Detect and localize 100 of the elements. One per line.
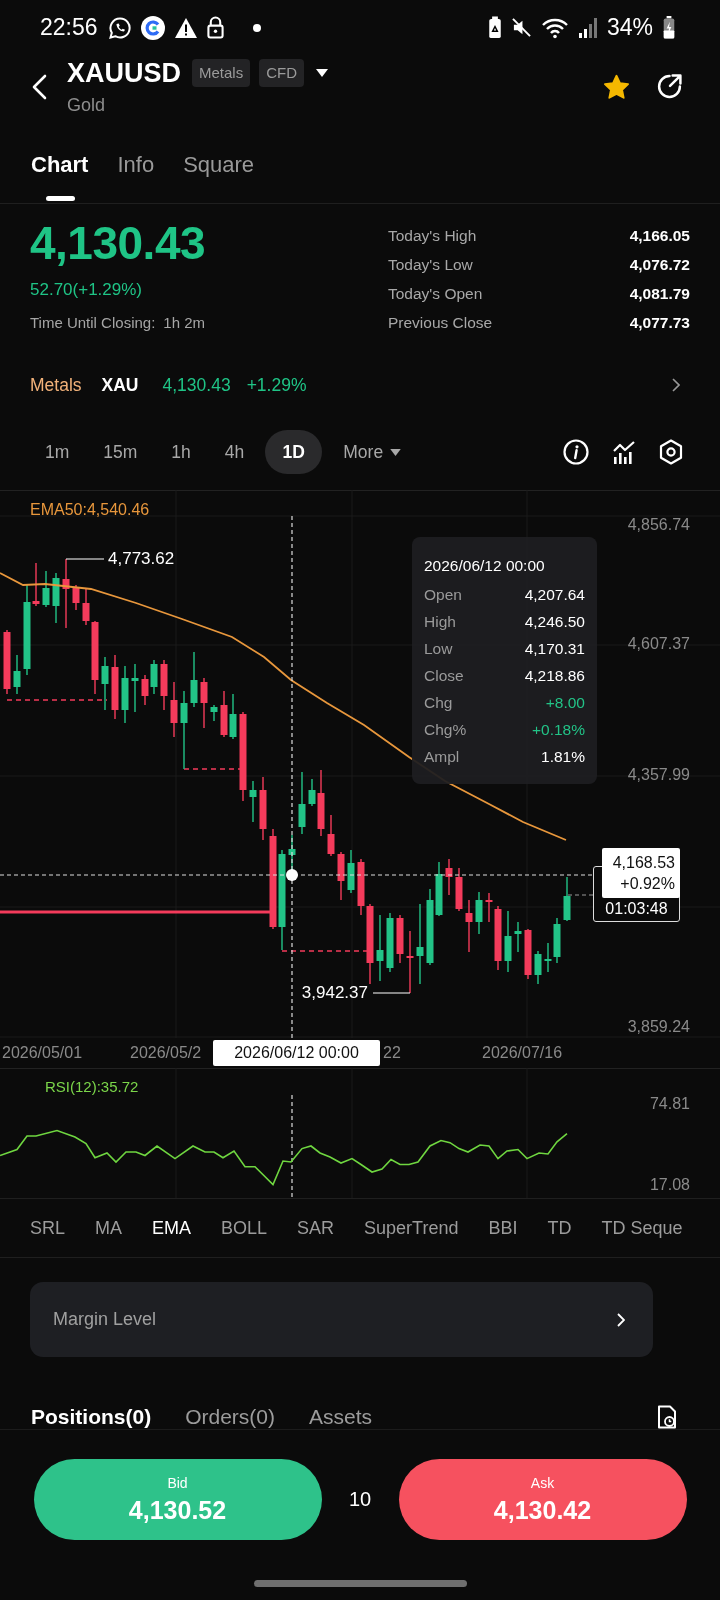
status-time: 22:56 (40, 14, 98, 41)
interval-tab[interactable]: 15m (90, 430, 151, 474)
tooltip-label: High (424, 612, 456, 631)
battery-percent: 34% (606, 14, 653, 41)
candle (111, 654, 119, 720)
tooltip-value: 4,207.64 (524, 585, 585, 604)
closing-time: 1h 2m (163, 314, 205, 332)
indicator-tab[interactable]: TD Seque (601, 1217, 683, 1239)
candle (3, 629, 11, 695)
candle (131, 663, 139, 713)
tag: Metals (192, 59, 251, 87)
tooltip-value: 4,218.86 (524, 666, 585, 685)
indicator-tab[interactable]: BOLL (221, 1217, 268, 1239)
share-icon[interactable] (656, 73, 683, 100)
symbol-title: XAUUSD (67, 57, 181, 89)
candle (465, 899, 473, 953)
info-icon[interactable] (563, 439, 589, 465)
candle (514, 921, 522, 953)
candle (534, 950, 542, 985)
document-clock-icon[interactable] (657, 1405, 677, 1429)
low-price-label: 3,942.37 (301, 982, 368, 1004)
indicator-tab[interactable]: MA (95, 1217, 122, 1239)
related-price: 4,130.43 (162, 374, 231, 396)
indicator-tab[interactable]: SAR (297, 1217, 335, 1239)
stat-label: Previous Close (388, 313, 493, 332)
star-icon[interactable] (603, 73, 630, 100)
high-price-label: 4,773.62 (108, 548, 175, 570)
indicator-tab[interactable]: EMA (152, 1217, 192, 1239)
price-axis-label: 4,607.37 (627, 634, 690, 654)
interval-tab[interactable]: 4h (211, 430, 258, 474)
related-change: +1.29% (246, 374, 307, 396)
warning-icon (173, 16, 198, 39)
app-icon (140, 15, 165, 40)
rsi-axis-label: 74.81 (649, 1094, 690, 1114)
tooltip-value: 4,170.31 (524, 639, 585, 658)
candle (406, 930, 414, 994)
tag: CFD (259, 59, 305, 87)
stat-label: Today's Low (388, 255, 473, 274)
indicator-tab[interactable]: SuperTrend (364, 1217, 459, 1239)
date-axis-label: 22 (383, 1043, 401, 1063)
indicator-tab[interactable]: TD (547, 1217, 572, 1239)
interval-tab[interactable]: 1m (32, 430, 83, 474)
tab[interactable]: Info (117, 130, 155, 203)
crosshair-dot-icon (286, 869, 298, 881)
tooltip-label: Chg% (424, 720, 467, 739)
tab[interactable]: Square (183, 130, 255, 203)
date-axis-label: 2026/05/01 (2, 1043, 83, 1063)
leader-line (65, 558, 105, 560)
leader-line (372, 992, 411, 994)
stat-value: 4,077.73 (629, 313, 690, 332)
position-tab[interactable]: Assets (309, 1405, 373, 1429)
tooltip-value: +0.18% (532, 720, 585, 739)
stat-value: 4,081.79 (629, 284, 690, 303)
caret-icon[interactable] (316, 69, 329, 77)
related-category: Metals (30, 374, 82, 396)
dashed-line (567, 894, 595, 896)
chevron-icon[interactable] (672, 378, 680, 392)
spread-value: 10 (347, 1488, 373, 1511)
indicator-tab[interactable]: SRL (30, 1217, 65, 1239)
candle (563, 876, 571, 922)
candle (200, 677, 208, 729)
tooltip-value: +8.00 (545, 693, 585, 712)
price-change: 52.70(+1.29%) (30, 280, 143, 300)
margin-level-card[interactable]: Margin Level (30, 1282, 653, 1357)
settings-icon[interactable] (659, 439, 683, 465)
candle (396, 914, 404, 964)
indicator-icon[interactable] (612, 440, 636, 464)
candle (13, 654, 21, 695)
tooltip-label: Low (424, 639, 453, 658)
candle (524, 928, 532, 980)
candle (298, 771, 306, 835)
tab[interactable]: Chart (31, 130, 89, 203)
candle (445, 858, 453, 896)
candle (386, 912, 394, 973)
candle (62, 558, 70, 629)
candle (170, 681, 178, 738)
candle (376, 914, 384, 982)
indicator-tab[interactable]: BBI (488, 1217, 518, 1239)
signal-icon (578, 17, 597, 38)
candle (249, 780, 257, 823)
interval-tab[interactable]: 1h (158, 430, 204, 474)
crosshair-date-tag: 2026/06/12 00:00 (213, 1040, 380, 1066)
position-tab[interactable]: Orders(0) (185, 1405, 276, 1429)
chat-icon (107, 15, 132, 40)
interval-tab[interactable]: 1D (265, 430, 323, 474)
date-axis-label: 2026/05/2 (130, 1043, 202, 1063)
lock-icon (206, 16, 224, 39)
stat-value: 4,166.05 (629, 226, 690, 245)
related-symbol: XAU (101, 374, 139, 396)
mute-icon (511, 18, 531, 37)
dashed-line (183, 768, 242, 770)
price-axis-label: 3,859.24 (627, 1017, 690, 1037)
back-icon[interactable] (31, 74, 47, 100)
position-tab[interactable]: Positions(0) (31, 1405, 152, 1429)
more-dropdown[interactable]: More (330, 430, 415, 474)
tooltip-label: Close (424, 666, 464, 685)
crosshair-change: +0.92% (620, 874, 675, 894)
wifi-icon (540, 16, 569, 39)
candle (101, 656, 109, 711)
tooltip-value: 1.81% (541, 747, 585, 766)
